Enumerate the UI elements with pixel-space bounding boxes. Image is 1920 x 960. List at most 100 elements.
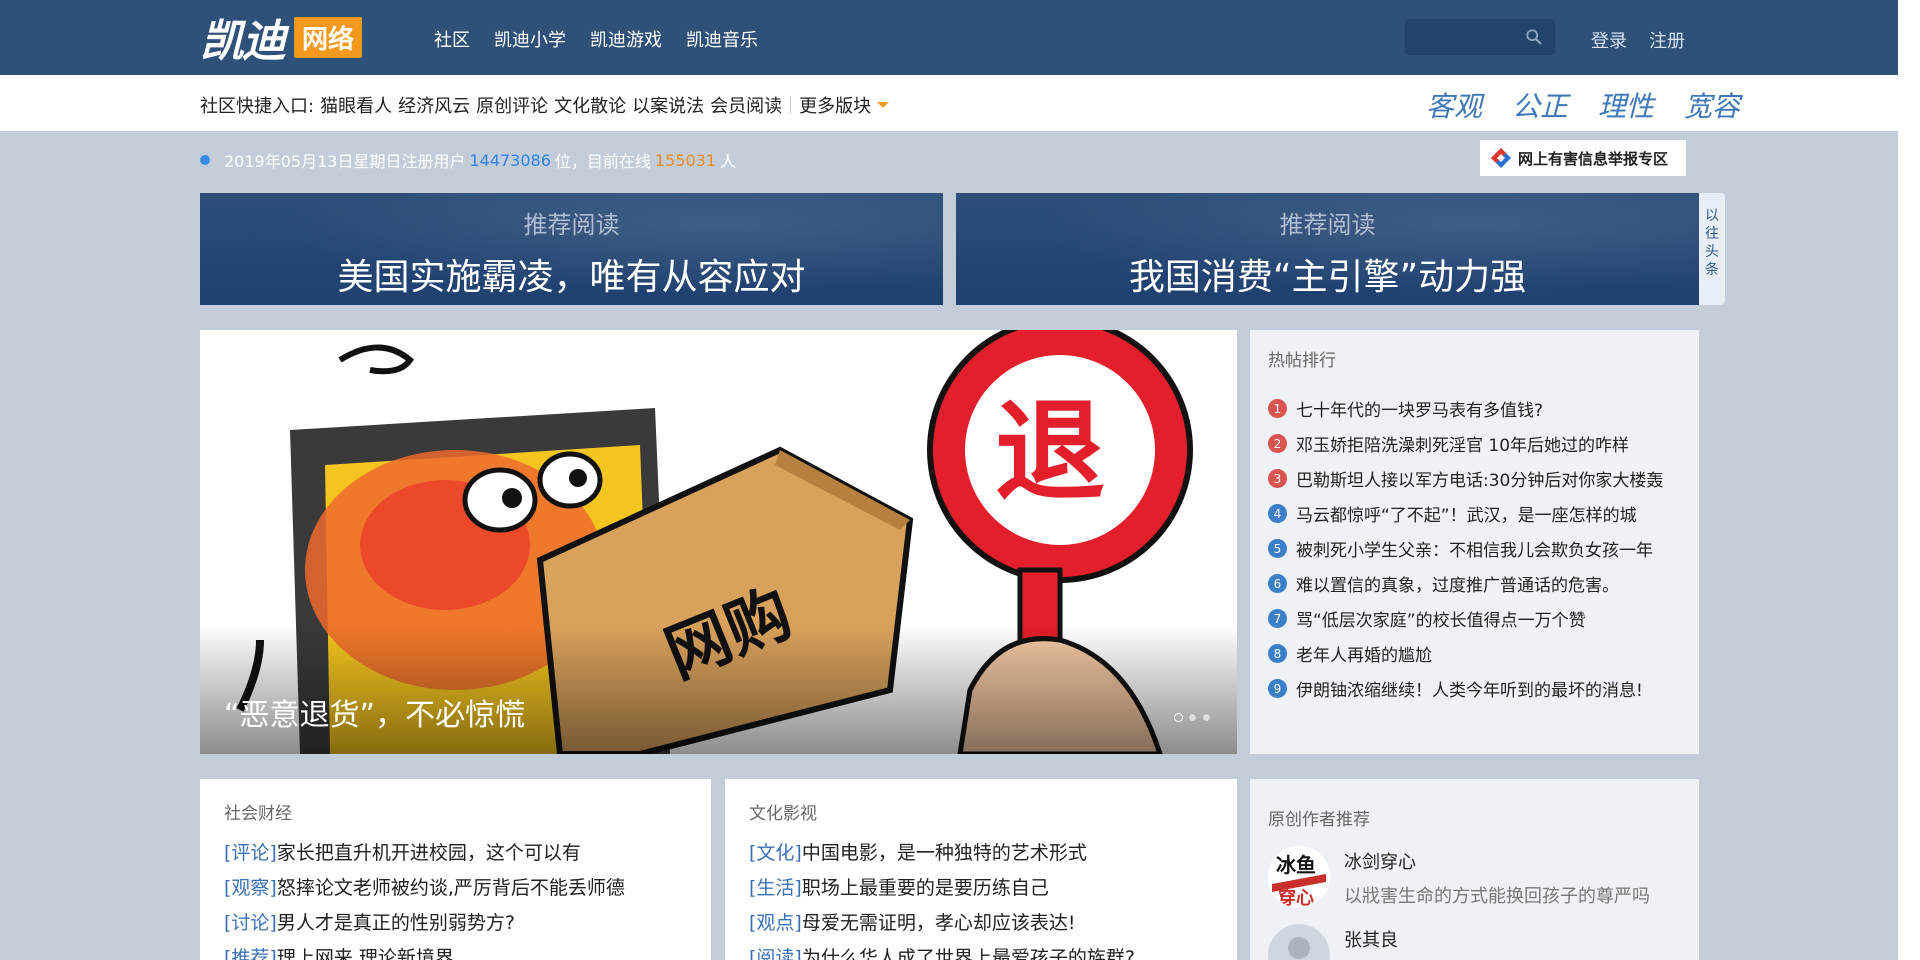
divider: [790, 96, 792, 114]
tab-char: 条: [1705, 262, 1719, 278]
post-title[interactable]: 邓玉娇拒陪洗澡刺死淫官 10年后她过的咋样: [1296, 431, 1629, 456]
quick-link-culture[interactable]: 文化散论: [554, 92, 626, 118]
author-article[interactable]: 以戕害生命的方式能换回孩子的尊严吗: [1344, 882, 1650, 908]
post-title[interactable]: 骂“低层次家庭”的校长值得点一万个赞: [1296, 606, 1586, 631]
list-item[interactable]: 7 骂“低层次家庭”的校长值得点一万个赞: [1268, 601, 1681, 636]
quick-link-maoyan[interactable]: 猫眼看人: [320, 92, 392, 118]
carousel-dot[interactable]: [1188, 713, 1197, 722]
article-title[interactable]: 怒摔论文老师被约谈,严厉背后不能丢师德: [277, 877, 625, 899]
author-name[interactable]: 张其良: [1344, 926, 1398, 952]
category-tag[interactable]: [评论]: [224, 842, 277, 864]
author-name[interactable]: 冰剑穿心: [1344, 848, 1650, 874]
author-card[interactable]: 冰鱼 穿心 冰剑穿心 以戕害生命的方式能换回孩子的尊严吗: [1268, 846, 1681, 908]
list-item[interactable]: 5 被刺死小学生父亲：不相信我儿会欺负女孩一年: [1268, 531, 1681, 566]
article-title[interactable]: 家长把直升机开进校园，这个可以有: [277, 842, 581, 864]
quick-link-economy[interactable]: 经济风云: [398, 92, 470, 118]
article-title[interactable]: 中国电影，是一种独特的艺术形式: [802, 842, 1087, 864]
list-item[interactable]: 4 马云都惊呼“了不起”！武汉，是一座怎样的城: [1268, 496, 1681, 531]
site-logo[interactable]: 凯迪 网络: [200, 12, 363, 67]
article-title[interactable]: 为什么华人成了世界上最爱孩子的族群?: [802, 947, 1135, 960]
search-box: [1405, 19, 1555, 55]
recommended-banner[interactable]: 推荐阅读 我国消费“主引擎”动力强: [956, 193, 1699, 305]
list-item[interactable]: [文化]中国电影，是一种独特的艺术形式: [749, 838, 1213, 873]
category-tag[interactable]: [观点]: [749, 912, 802, 934]
category-tag[interactable]: [生活]: [749, 877, 802, 899]
online-count: 155031: [654, 150, 716, 170]
report-logo-icon: [1491, 148, 1511, 168]
login-link[interactable]: 登录: [1591, 27, 1627, 53]
svg-text:穿心: 穿心: [1278, 887, 1314, 908]
list-item[interactable]: [讨论]男人才是真正的性别弱势方?: [224, 908, 687, 943]
rank-badge: 6: [1268, 574, 1287, 593]
post-title[interactable]: 七十年代的一块罗马表有多值钱?: [1296, 396, 1543, 421]
carousel-dots: [1174, 713, 1211, 722]
recommended-banner[interactable]: 推荐阅读 美国实施霸凌，唯有从容应对: [200, 193, 943, 305]
article-title[interactable]: 理上网来 理论新境界: [277, 947, 454, 960]
past-headlines-tab[interactable]: 以 往 头 条: [1699, 193, 1725, 305]
list-item[interactable]: [生活]职场上最重要的是要历练自己: [749, 873, 1213, 908]
site-motto: 客观 公正 理性 宽容: [1426, 85, 1740, 125]
post-title[interactable]: 巴勒斯坦人接以军方电话:30分钟后对你家大楼轰: [1296, 466, 1663, 491]
search-icon[interactable]: [1525, 28, 1543, 46]
list-item[interactable]: 9 伊朗铀浓缩继续！人类今年听到的最坏的消息!: [1268, 671, 1681, 706]
motto-word: 公正: [1512, 90, 1569, 123]
article-title[interactable]: 男人才是真正的性别弱势方?: [277, 912, 515, 934]
search-input[interactable]: [1405, 19, 1515, 55]
list-item[interactable]: [观察]怒摔论文老师被约谈,严厉背后不能丢师德: [224, 873, 687, 908]
carousel-dot[interactable]: [1174, 713, 1183, 722]
category-tag[interactable]: [讨论]: [224, 912, 277, 934]
hero-carousel[interactable]: 网购 退 “恶意退货”，不必惊慌: [200, 330, 1237, 754]
list-item[interactable]: 6 难以置信的真象，过度推广普通话的危害。: [1268, 566, 1681, 601]
post-title[interactable]: 难以置信的真象，过度推广普通话的危害。: [1296, 571, 1619, 596]
avatar[interactable]: 冰鱼 穿心: [1268, 846, 1330, 908]
article-title[interactable]: 职场上最重要的是要历练自己: [802, 877, 1049, 899]
nav-link-music[interactable]: 凯迪音乐: [686, 26, 758, 52]
more-sections-dropdown[interactable]: 更多版块: [799, 92, 890, 118]
rank-badge: 1: [1268, 399, 1287, 418]
panel-title: 社会财经: [224, 804, 292, 824]
rank-badge: 9: [1268, 679, 1287, 698]
quick-links: 社区快捷入口: 猫眼看人 经济风云 原创评论 文化散论 以案说法 会员阅读 更多…: [200, 92, 890, 118]
hot-posts-panel: 热帖排行 1 七十年代的一块罗马表有多值钱? 2 邓玉娇拒陪洗澡刺死淫官 10年后她…: [1250, 330, 1699, 754]
author-recommend-panel: 原创作者推荐 冰鱼 穿心 冰剑穿心 以戕害生命的方式能换回孩子的尊严吗 张其良: [1250, 779, 1699, 960]
article-list: [文化]中国电影，是一种独特的艺术形式 [生活]职场上最重要的是要历练自己 [观…: [749, 838, 1213, 960]
category-tag[interactable]: [阅读]: [749, 947, 802, 960]
quick-link-law[interactable]: 以案说法: [632, 92, 704, 118]
nav-link-school[interactable]: 凯迪小学: [494, 26, 566, 52]
post-title[interactable]: 伊朗铀浓缩继续！人类今年听到的最坏的消息!: [1296, 676, 1643, 701]
panel-title: 原创作者推荐: [1268, 810, 1370, 830]
category-tag[interactable]: [观察]: [224, 877, 277, 899]
author-card[interactable]: 张其良: [1268, 924, 1681, 960]
nav-link-community[interactable]: 社区: [434, 26, 470, 52]
list-item[interactable]: 1 七十年代的一块罗马表有多值钱?: [1268, 391, 1681, 426]
register-link[interactable]: 注册: [1649, 27, 1685, 53]
logo-badge: 网络: [294, 16, 363, 58]
list-item[interactable]: 2 邓玉娇拒陪洗澡刺死淫官 10年后她过的咋样: [1268, 426, 1681, 461]
quick-label: 社区快捷入口:: [200, 96, 315, 117]
chevron-down-icon: [877, 102, 890, 108]
post-title[interactable]: 老年人再婚的尴尬: [1296, 641, 1432, 666]
list-item[interactable]: [观点]母爱无需证明，孝心却应该表达!: [749, 908, 1213, 943]
quick-link-member[interactable]: 会员阅读: [710, 92, 782, 118]
rank-badge: 7: [1268, 609, 1287, 628]
list-item[interactable]: [推荐]理上网来 理论新境界: [224, 943, 687, 960]
category-tag[interactable]: [文化]: [749, 842, 802, 864]
nav-link-games[interactable]: 凯迪游戏: [590, 26, 662, 52]
motto-word: 宽容: [1684, 90, 1741, 123]
list-item[interactable]: [阅读]为什么华人成了世界上最爱孩子的族群?: [749, 943, 1213, 960]
list-item[interactable]: [评论]家长把直升机开进校园，这个可以有: [224, 838, 687, 873]
avatar[interactable]: [1268, 924, 1330, 960]
list-item[interactable]: 3 巴勒斯坦人接以军方电话:30分钟后对你家大楼轰: [1268, 461, 1681, 496]
article-title[interactable]: 母爱无需证明，孝心却应该表达!: [802, 912, 1076, 934]
post-title[interactable]: 被刺死小学生父亲：不相信我儿会欺负女孩一年: [1296, 536, 1653, 561]
quick-link-original[interactable]: 原创评论: [476, 92, 548, 118]
bullet-icon: [200, 155, 210, 165]
list-item[interactable]: 8 老年人再婚的尴尬: [1268, 636, 1681, 671]
svg-text:冰鱼: 冰鱼: [1276, 853, 1316, 877]
category-tag[interactable]: [推荐]: [224, 947, 277, 960]
carousel-dot[interactable]: [1202, 713, 1211, 722]
motto-word: 客观: [1426, 90, 1483, 123]
hero-caption[interactable]: “恶意退货”，不必惊慌: [224, 690, 525, 734]
report-harmful-info-button[interactable]: 网上有害信息举报专区: [1480, 140, 1686, 176]
post-title[interactable]: 马云都惊呼“了不起”！武汉，是一座怎样的城: [1296, 501, 1637, 526]
